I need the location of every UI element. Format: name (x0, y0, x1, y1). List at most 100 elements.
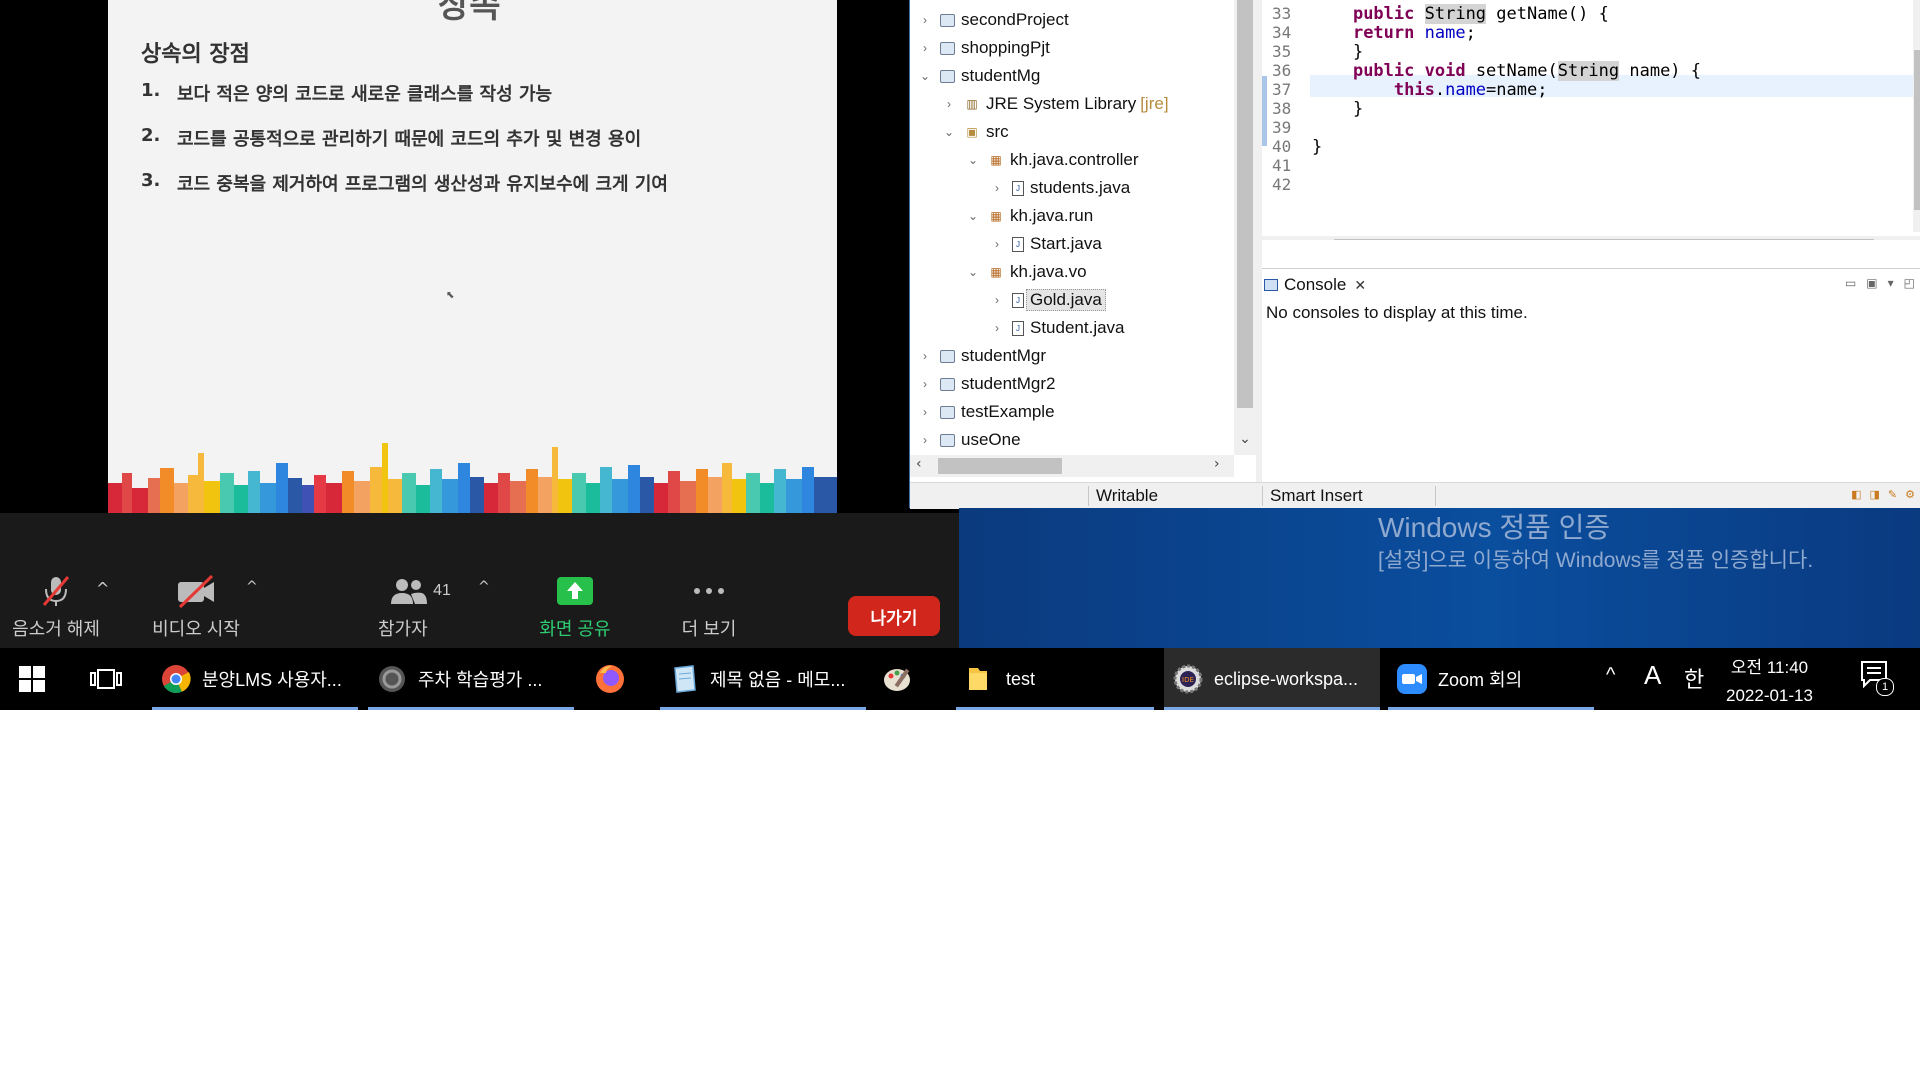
collapse-chevron-icon[interactable]: ⌄ (966, 265, 980, 279)
expand-chevron-icon[interactable]: › (990, 181, 1004, 195)
expand-chevron-icon[interactable]: › (918, 377, 932, 391)
action-center-button[interactable]: 1 (1860, 660, 1894, 696)
scroll-right-arrow-icon[interactable]: › (1214, 456, 1220, 472)
display-console-icon[interactable]: ▣ (1866, 276, 1877, 290)
tree-item[interactable]: › useOne (918, 426, 1021, 454)
taskbar-app-notepad[interactable]: 제목 없음 - 메모... (660, 648, 866, 710)
close-icon[interactable]: ✕ (1354, 277, 1366, 294)
expand-chevron-icon[interactable]: › (918, 13, 932, 27)
tree-item[interactable]: ⌄ ▦ kh.java.run (966, 202, 1093, 230)
more-button[interactable]: 더 보기 (664, 573, 754, 641)
editor-horizontal-scrollbar[interactable]: ‹ › (1262, 236, 1920, 240)
chrome-icon (160, 663, 192, 695)
task-view-button[interactable] (86, 648, 126, 710)
scrollbar-thumb[interactable] (1914, 50, 1920, 210)
taskbar-app-folder[interactable]: test (956, 648, 1154, 710)
code-line[interactable]: } (1312, 99, 1363, 119)
code-token: String (1424, 4, 1487, 24)
participants-button[interactable]: 41 참가자 (370, 573, 470, 641)
expand-chevron-icon[interactable]: › (918, 349, 932, 363)
unmute-button[interactable]: 음소거 해제 (8, 573, 104, 641)
code-line[interactable]: return name; (1312, 23, 1476, 43)
tree-item-label: students.java (1030, 178, 1131, 197)
tree-item[interactable]: › Jstudents.java (990, 174, 1130, 202)
tree-item[interactable]: › J Student.java (990, 314, 1125, 342)
taskbar-app-paint[interactable] (882, 648, 924, 710)
taskbar-app-firefox[interactable] (594, 648, 636, 710)
expand-chevron-icon[interactable]: › (918, 405, 932, 419)
expand-chevron-icon[interactable]: › (990, 237, 1004, 251)
collapse-chevron-icon[interactable]: ⌄ (942, 125, 956, 139)
collapse-chevron-icon[interactable]: ⌄ (966, 209, 980, 223)
eclipse-window: › secondProject › shoppingPjt ⌄ studentMg › ▥ JR… (909, 0, 1920, 509)
code-line[interactable]: } (1312, 137, 1322, 157)
system-clock[interactable]: 오전 11:40 2022-01-13 (1726, 654, 1813, 710)
maximize-icon[interactable]: ◰ (1904, 276, 1915, 290)
browser-icon (376, 663, 408, 695)
tree-item[interactable]: › studentMgr (918, 342, 1046, 370)
tree-item[interactable]: ⌄ studentMg (918, 62, 1040, 90)
tree-item[interactable]: ⌄ ▦ kh.java.vo (966, 258, 1087, 286)
show-hidden-icons-chevron[interactable]: ^ (1606, 664, 1615, 687)
leave-meeting-button[interactable]: 나가기 (848, 596, 940, 636)
tab-console[interactable]: Console ✕ (1264, 272, 1366, 298)
tree-item[interactable]: › shoppingPjt (918, 34, 1050, 62)
trim-icon[interactable]: ✎ (1888, 488, 1897, 501)
tree-item[interactable]: › J Start.java (990, 230, 1102, 258)
scrollbar-thumb[interactable] (938, 458, 1062, 474)
package-explorer-vertical-scrollbar[interactable]: ⌄ (1234, 0, 1256, 455)
taskbar-app-chrome[interactable]: 분양LMS 사용자... (152, 648, 358, 710)
code-editor[interactable]: 33343536373839404142 ‹ › public String g… (1262, 0, 1920, 240)
code-line[interactable]: public String getName() { (1312, 4, 1609, 24)
code-token: . (1434, 80, 1446, 100)
trim-icon[interactable]: ⚙ (1905, 488, 1915, 501)
code-line[interactable]: } (1312, 42, 1363, 62)
share-screen-button[interactable]: 화면 공유 (530, 573, 620, 641)
expand-chevron-icon[interactable]: › (990, 321, 1004, 335)
scroll-down-arrow-icon[interactable]: ⌄ (1234, 431, 1256, 453)
collapse-chevron-icon[interactable]: ⌄ (966, 153, 980, 167)
code-line[interactable]: this.name=name; (1312, 80, 1548, 100)
code-token: getName() { (1486, 4, 1609, 24)
expand-chevron-icon[interactable]: › (918, 41, 932, 55)
expand-chevron-icon[interactable]: › (942, 97, 956, 111)
ime-mode-indicator[interactable]: A (1644, 660, 1661, 691)
language-indicator[interactable]: 한 (1684, 662, 1704, 694)
view-menu-icon[interactable]: ▾ (1888, 276, 1894, 290)
scroll-left-arrow-icon[interactable]: ‹ (916, 456, 922, 472)
tree-item[interactable]: › studentMgr2 (918, 370, 1056, 398)
tree-item[interactable]: ⌄ ▦ kh.java.controller (966, 146, 1139, 174)
expand-chevron-icon[interactable]: › (918, 433, 932, 447)
scrollbar-thumb[interactable] (1237, 0, 1253, 408)
tree-item[interactable]: › testExample (918, 398, 1055, 426)
java-file-icon: J (1012, 236, 1024, 252)
pin-console-icon[interactable]: ▭ (1845, 276, 1856, 290)
status-insert-mode: Smart Insert (1270, 486, 1363, 505)
scroll-left-arrow-icon[interactable]: ‹ (1314, 238, 1320, 240)
start-button[interactable] (12, 648, 52, 710)
trim-icon[interactable]: ◨ (1870, 488, 1880, 501)
tree-item[interactable]: › ▥ JRE System Library [jre] (942, 90, 1169, 118)
video-options-caret-icon[interactable]: ^ (246, 579, 258, 595)
code-line[interactable]: public void setName(String name) { (1312, 61, 1701, 81)
tree-item[interactable]: › secondProject (918, 6, 1069, 34)
trim-icon[interactable]: ◧ (1851, 488, 1861, 501)
scroll-right-arrow-icon[interactable]: › (1902, 238, 1908, 240)
tree-item[interactable]: › J Gold.java (990, 286, 1106, 314)
participants-options-caret-icon[interactable]: ^ (478, 579, 490, 595)
scrollbar-thumb[interactable] (1334, 239, 1874, 240)
package-explorer-horizontal-scrollbar[interactable]: ‹ › (910, 455, 1234, 477)
taskbar-app-browser[interactable]: 주차 학습평가 ... (368, 648, 574, 710)
library-icon: ▥ (966, 97, 978, 111)
taskbar-app-zoom[interactable]: Zoom 회의 (1388, 648, 1594, 710)
audio-options-caret-icon[interactable]: ^ (96, 579, 109, 598)
editor-vertical-scrollbar[interactable] (1913, 0, 1920, 232)
taskbar-app-eclipse[interactable]: IDE eclipse-workspa... (1164, 648, 1380, 710)
list-text: 코드 중복을 제거하여 프로그램의 생산성과 유지보수에 크게 기여 (177, 174, 668, 195)
expand-chevron-icon[interactable]: › (990, 293, 1004, 307)
console-body[interactable]: No consoles to display at this time. (1262, 299, 1920, 479)
tree-item[interactable]: ⌄ ▣ src (942, 118, 1009, 146)
collapse-chevron-icon[interactable]: ⌄ (918, 69, 932, 83)
start-video-button[interactable]: 비디오 시작 (148, 573, 244, 641)
